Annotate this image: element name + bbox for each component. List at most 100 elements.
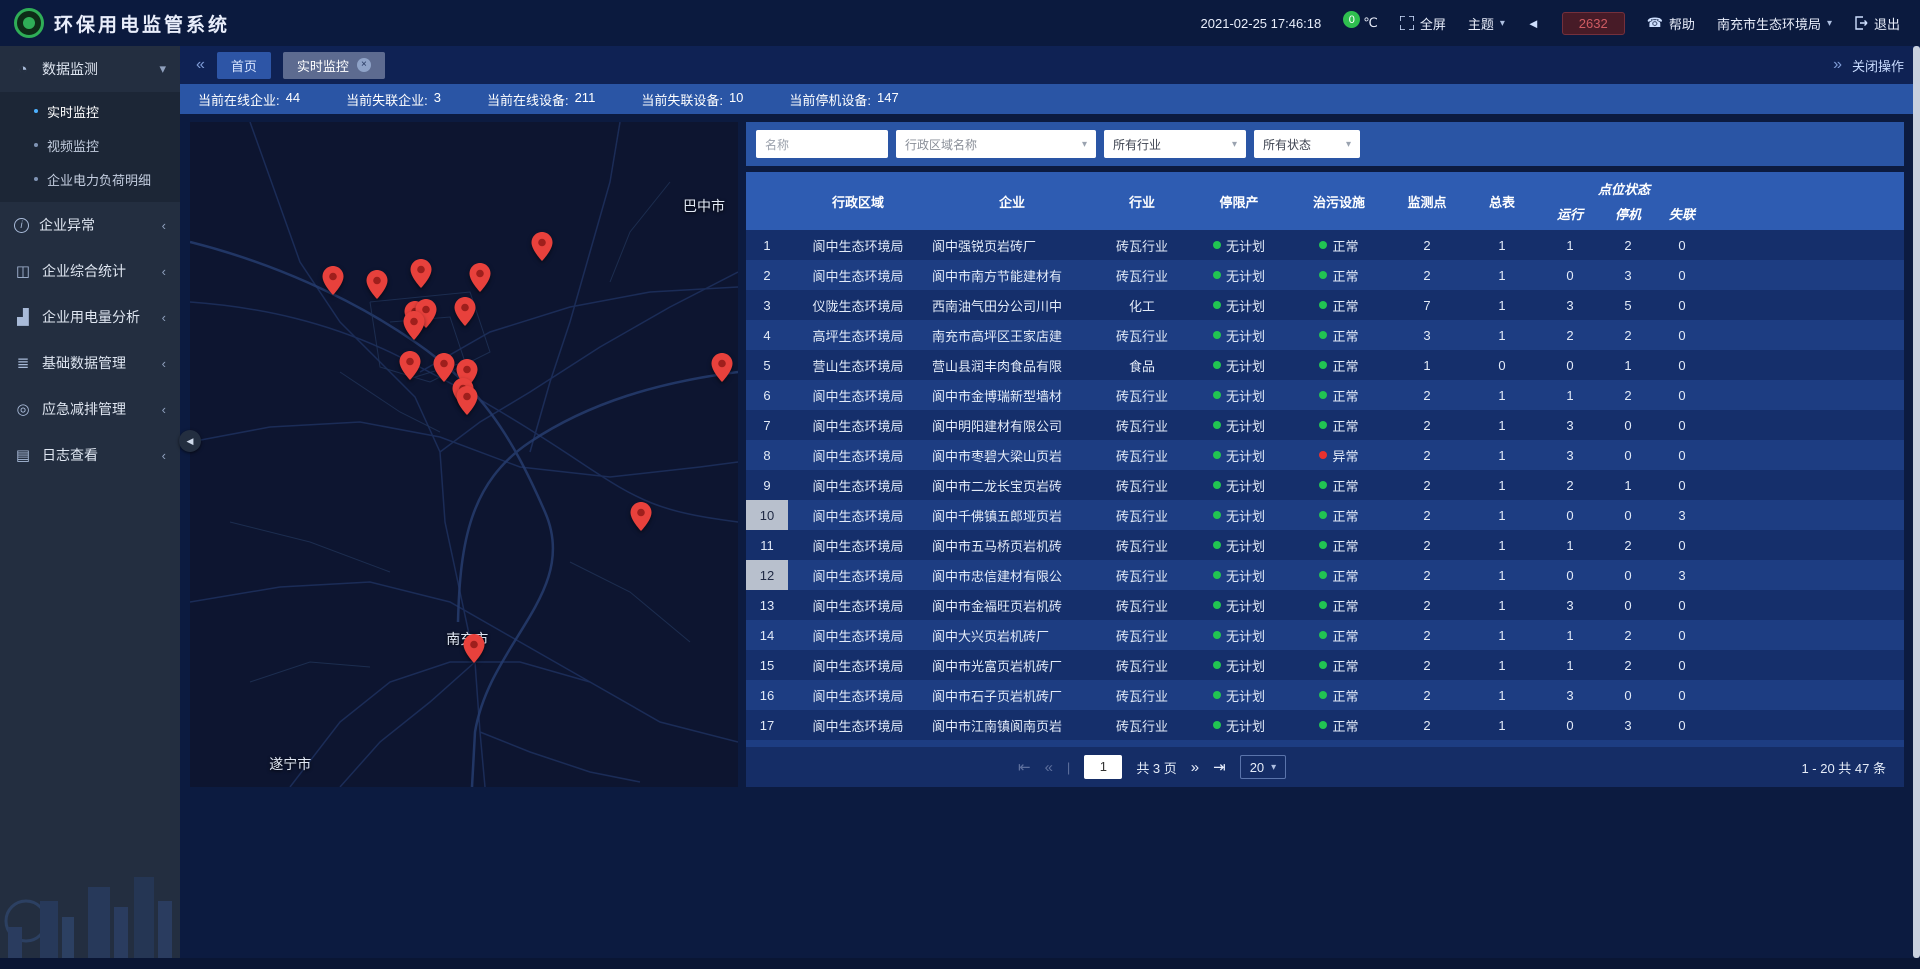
map-pin[interactable] xyxy=(531,232,552,266)
speaker-icon[interactable]: ◄ xyxy=(1527,16,1540,31)
sidebar-group-enterprise-statistics[interactable]: ◫ 企业综合统计 ‹ xyxy=(0,248,180,294)
sidebar-item-realtime-monitor[interactable]: 实时监控 xyxy=(0,94,180,128)
help-button[interactable]: ☎ 帮助 xyxy=(1647,14,1695,33)
cell-total-meter: 1 xyxy=(1466,680,1538,710)
bullet-icon xyxy=(34,109,38,113)
table-row[interactable]: 2 阆中生态环境局 阆中市南方节能建材有 砖瓦行业 无计划 正常 2 1 0 3… xyxy=(746,260,1904,290)
col-total-meter: 总表 xyxy=(1466,172,1538,230)
collapse-panel-button[interactable]: ◀ xyxy=(179,430,201,452)
sidebar-group-log-view[interactable]: ▤ 日志查看 ‹ xyxy=(0,432,180,478)
map-pin[interactable] xyxy=(403,311,424,345)
sidebar-group-data-monitoring[interactable]: ◔ 数据监测 ▾ xyxy=(0,46,180,92)
table-row[interactable]: 18 南部生态环境局 南部县升钟页岩砖有限 砖瓦行业 无计划 正常 2 1 0 … xyxy=(746,740,1904,747)
table-row[interactable]: 17 阆中生态环境局 阆中市江南镇阆南页岩 砖瓦行业 无计划 正常 2 1 0 … xyxy=(746,710,1904,740)
cell-company: 南充市高坪区王家店建 xyxy=(928,320,1096,350)
sidebar-group-base-data[interactable]: ≣ 基础数据管理 ‹ xyxy=(0,340,180,386)
table-row[interactable]: 12 阆中生态环境局 阆中市忠信建材有限公 砖瓦行业 无计划 正常 2 1 0 … xyxy=(746,560,1904,590)
status-dot-icon xyxy=(1319,721,1327,729)
cell-limit-production: 无计划 xyxy=(1188,680,1290,710)
cell-limit-production: 无计划 xyxy=(1188,380,1290,410)
sidebar-group-emergency-reduction[interactable]: ◎ 应急减排管理 ‹ xyxy=(0,386,180,432)
map-container[interactable]: 巴中市南充市遂宁市 ◀ xyxy=(190,122,738,787)
theme-dropdown[interactable]: 主题 ▾ xyxy=(1468,14,1505,33)
cell-total-meter: 1 xyxy=(1466,740,1538,747)
map-pin[interactable] xyxy=(631,502,652,536)
map-pin[interactable] xyxy=(456,386,477,420)
chevron-down-icon: ▾ xyxy=(1346,139,1351,150)
cell-pollution-facility: 正常 xyxy=(1290,380,1388,410)
cell-total-meter: 1 xyxy=(1466,320,1538,350)
map-pin[interactable] xyxy=(454,297,475,331)
work-area: 巴中市南充市遂宁市 ◀ 名称 行政区域名称 ▾ 所有行业 xyxy=(180,114,1920,969)
cell-pollution-facility: 正常 xyxy=(1290,710,1388,740)
cell-lost: 0 xyxy=(1654,410,1710,440)
sidebar-group-label: 基础数据管理 xyxy=(42,353,126,373)
cell-limit-production: 无计划 xyxy=(1188,470,1290,500)
table-row[interactable]: 1 阆中生态环境局 阆中强锐页岩砖厂 砖瓦行业 无计划 正常 2 1 1 2 0 xyxy=(746,230,1904,260)
scrollbar[interactable] xyxy=(1913,46,1920,958)
tab-label: 首页 xyxy=(231,56,257,75)
table-row[interactable]: 13 阆中生态环境局 阆中市金福旺页岩机砖 砖瓦行业 无计划 正常 2 1 3 … xyxy=(746,590,1904,620)
table-row[interactable]: 9 阆中生态环境局 阆中市二龙长宝页岩砖 砖瓦行业 无计划 正常 2 1 2 1… xyxy=(746,470,1904,500)
name-filter-input[interactable]: 名称 xyxy=(756,130,888,158)
table-row[interactable]: 15 阆中生态环境局 阆中市光富页岩机砖厂 砖瓦行业 无计划 正常 2 1 1 … xyxy=(746,650,1904,680)
report-icon: ◫ xyxy=(14,262,32,280)
status-dot-icon xyxy=(1213,451,1221,459)
map-pin[interactable] xyxy=(470,263,491,297)
map-pin[interactable] xyxy=(323,266,344,300)
first-page-button[interactable]: ⇤ xyxy=(1018,758,1031,776)
tab-home[interactable]: 首页 xyxy=(217,52,271,79)
status-filter-select[interactable]: 所有状态 ▾ xyxy=(1254,130,1360,158)
sidebar-group-power-analysis[interactable]: ▟ 企业用电量分析 ‹ xyxy=(0,294,180,340)
cell-total-meter: 1 xyxy=(1466,440,1538,470)
table-row[interactable]: 14 阆中生态环境局 阆中大兴页岩机砖厂 砖瓦行业 无计划 正常 2 1 1 2… xyxy=(746,620,1904,650)
sidebar-group-enterprise-anomaly[interactable]: i 企业异常 ‹ xyxy=(0,202,180,248)
sidebar-item-video-monitor[interactable]: 视频监控 xyxy=(0,128,180,162)
logout-button[interactable]: 退出 xyxy=(1854,14,1900,33)
cell-run: 3 xyxy=(1538,290,1602,320)
map-pin[interactable] xyxy=(464,634,485,668)
cell-stop: 2 xyxy=(1602,620,1654,650)
tabs-scroll-left-icon[interactable]: « xyxy=(196,56,205,74)
region-filter-select[interactable]: 行政区域名称 ▾ xyxy=(896,130,1096,158)
org-dropdown[interactable]: 南充市生态环境局 ▾ xyxy=(1717,14,1832,33)
close-operations-button[interactable]: » 关闭操作 xyxy=(1833,56,1904,75)
cell-lost: 0 xyxy=(1654,530,1710,560)
sidebar-item-power-load-detail[interactable]: 企业电力负荷明细 xyxy=(0,162,180,196)
row-index: 7 xyxy=(746,410,788,440)
page-number-input[interactable]: 1 xyxy=(1084,755,1122,779)
row-index: 4 xyxy=(746,320,788,350)
next-page-button[interactable]: » xyxy=(1191,759,1199,776)
cell-total-meter: 1 xyxy=(1466,590,1538,620)
table-row[interactable]: 5 营山生态环境局 营山县润丰肉食品有限 食品 无计划 正常 1 0 0 1 0 xyxy=(746,350,1904,380)
cell-run: 1 xyxy=(1538,380,1602,410)
table-row[interactable]: 4 高坪生态环境局 南充市高坪区王家店建 砖瓦行业 无计划 正常 3 1 2 2… xyxy=(746,320,1904,350)
row-index: 3 xyxy=(746,290,788,320)
map-pin[interactable] xyxy=(367,270,388,304)
table-row[interactable]: 7 阆中生态环境局 阆中明阳建材有限公司 砖瓦行业 无计划 正常 2 1 3 0… xyxy=(746,410,1904,440)
last-page-button[interactable]: ⇥ xyxy=(1213,758,1226,776)
map-pin[interactable] xyxy=(711,353,732,387)
industry-filter-select[interactable]: 所有行业 ▾ xyxy=(1104,130,1246,158)
bar-chart-icon: ▟ xyxy=(14,308,32,326)
fullscreen-button[interactable]: 全屏 xyxy=(1400,14,1446,33)
table-row[interactable]: 11 阆中生态环境局 阆中市五马桥页岩机砖 砖瓦行业 无计划 正常 2 1 1 … xyxy=(746,530,1904,560)
table-row[interactable]: 10 阆中生态环境局 阆中千佛镇五郎垭页岩 砖瓦行业 无计划 正常 2 1 0 … xyxy=(746,500,1904,530)
map-pin[interactable] xyxy=(411,259,432,293)
prev-page-button[interactable]: « xyxy=(1045,759,1053,776)
cell-industry: 砖瓦行业 xyxy=(1096,260,1188,290)
tab-realtime-monitor[interactable]: 实时监控 × xyxy=(283,52,385,79)
table-row[interactable]: 3 仪陇生态环境局 西南油气田分公司川中 化工 无计划 正常 7 1 3 5 0 xyxy=(746,290,1904,320)
map-pin[interactable] xyxy=(434,353,455,387)
table-row[interactable]: 16 阆中生态环境局 阆中市石子页岩机砖厂 砖瓦行业 无计划 正常 2 1 3 … xyxy=(746,680,1904,710)
table-row[interactable]: 8 阆中生态环境局 阆中市枣碧大梁山页岩 砖瓦行业 无计划 异常 2 1 3 0… xyxy=(746,440,1904,470)
cell-monitor-points: 2 xyxy=(1388,500,1466,530)
page-size-select[interactable]: 20 ▾ xyxy=(1240,755,1287,779)
table-row[interactable]: 6 阆中生态环境局 阆中市金博瑞新型墙材 砖瓦行业 无计划 正常 2 1 1 2… xyxy=(746,380,1904,410)
status-filter-value: 所有状态 xyxy=(1263,136,1311,153)
alarm-count-badge[interactable]: 2632 xyxy=(1562,12,1625,35)
chevron-down-icon: ▾ xyxy=(1082,139,1087,150)
close-tab-icon[interactable]: × xyxy=(357,58,371,72)
topbar-actions: 2021-02-25 17:46:18 0 ℃ 全屏 主题 ▾ ◄ 2632 ☎… xyxy=(1201,12,1900,35)
map-pin[interactable] xyxy=(400,351,421,385)
